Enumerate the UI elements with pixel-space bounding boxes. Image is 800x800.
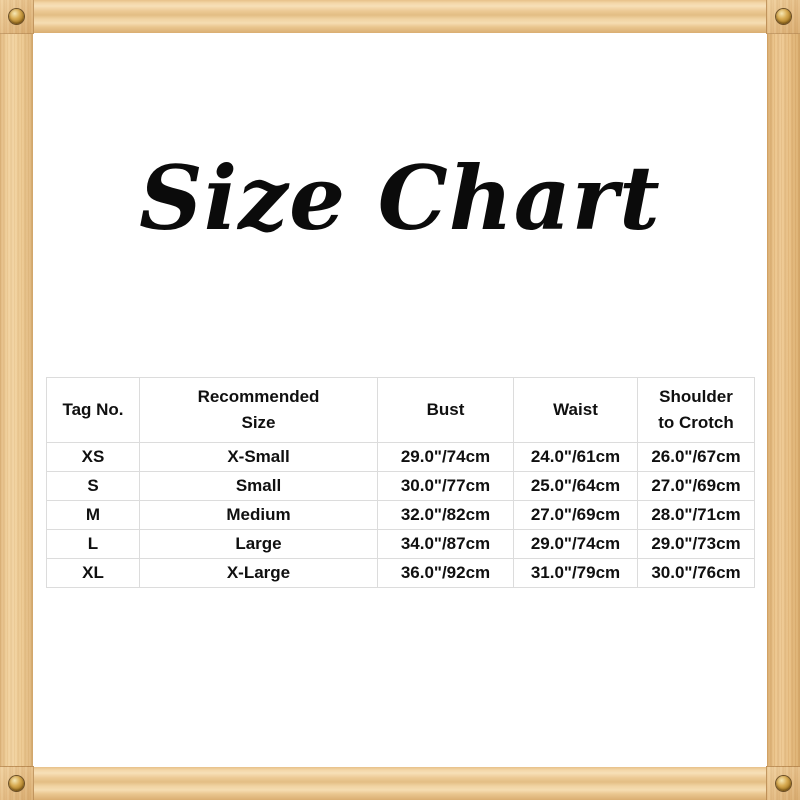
screw-icon-bottom-left (9, 776, 24, 791)
cell-waist: 31.0"/79cm (513, 558, 638, 588)
table-row: XL X-Large 36.0"/92cm 31.0"/79cm 30.0"/7… (46, 558, 755, 588)
column-header-waist-line1: Waist (553, 400, 598, 419)
column-header-waist: Waist (513, 377, 638, 443)
cell-shoulder: 29.0"/73cm (637, 529, 755, 559)
frame-rail-left (0, 0, 33, 800)
frame-rail-bottom (0, 767, 800, 800)
cell-rec-size: X-Small (139, 442, 378, 472)
column-header-bust: Bust (377, 377, 514, 443)
size-chart-table-wrap: Tag No. Recommended Size Bust Waist Shou… (46, 377, 755, 588)
column-header-recommended-size-line2: Size (241, 413, 276, 432)
cell-waist: 27.0"/69cm (513, 500, 638, 530)
column-header-recommended-size-line1: Recommended (197, 387, 320, 406)
cell-bust: 36.0"/92cm (377, 558, 514, 588)
cell-waist: 29.0"/74cm (513, 529, 638, 559)
cell-rec-size: Small (139, 471, 378, 501)
column-header-shoulder-to-crotch-line1: Shoulder (659, 387, 733, 406)
cell-waist: 24.0"/61cm (513, 442, 638, 472)
cell-rec-size: X-Large (139, 558, 378, 588)
table-row: M Medium 32.0"/82cm 27.0"/69cm 28.0"/71c… (46, 500, 755, 530)
table-header: Tag No. Recommended Size Bust Waist Shou… (46, 377, 755, 443)
cell-shoulder: 27.0"/69cm (637, 471, 755, 501)
page-title: Size Chart (139, 146, 661, 250)
table-row: S Small 30.0"/77cm 25.0"/64cm 27.0"/69cm (46, 471, 755, 501)
cell-bust: 29.0"/74cm (377, 442, 514, 472)
screw-icon-bottom-right (776, 776, 791, 791)
cell-shoulder: 26.0"/67cm (637, 442, 755, 472)
table-header-row: Tag No. Recommended Size Bust Waist Shou… (46, 377, 755, 443)
cell-shoulder: 30.0"/76cm (637, 558, 755, 588)
size-chart-table: Tag No. Recommended Size Bust Waist Shou… (46, 377, 755, 588)
cell-bust: 30.0"/77cm (377, 471, 514, 501)
table-body: XS X-Small 29.0"/74cm 24.0"/61cm 26.0"/6… (46, 442, 755, 588)
cell-tag: XL (46, 558, 140, 588)
cell-rec-size: Medium (139, 500, 378, 530)
cell-bust: 34.0"/87cm (377, 529, 514, 559)
column-header-bust-line1: Bust (426, 400, 465, 419)
column-header-tag-no: Tag No. (46, 377, 140, 443)
cell-tag: M (46, 500, 140, 530)
cell-rec-size: Large (139, 529, 378, 559)
cell-shoulder: 28.0"/71cm (637, 500, 755, 530)
cell-waist: 25.0"/64cm (513, 471, 638, 501)
screw-icon-top-left (9, 9, 24, 24)
cell-tag: S (46, 471, 140, 501)
frame-rail-right (767, 0, 800, 800)
column-header-recommended-size: Recommended Size (139, 377, 378, 443)
column-header-shoulder-to-crotch: Shoulder to Crotch (637, 377, 755, 443)
cell-tag: XS (46, 442, 140, 472)
cell-tag: L (46, 529, 140, 559)
frame-rail-top (0, 0, 800, 33)
table-row: XS X-Small 29.0"/74cm 24.0"/61cm 26.0"/6… (46, 442, 755, 472)
table-row: L Large 34.0"/87cm 29.0"/74cm 29.0"/73cm (46, 529, 755, 559)
cell-bust: 32.0"/82cm (377, 500, 514, 530)
size-chart-page: Size Chart Tag No. Recommended Size Bust… (0, 0, 800, 800)
screw-icon-top-right (776, 9, 791, 24)
column-header-tag-no-line1: Tag No. (62, 400, 124, 419)
column-header-shoulder-to-crotch-line2: to Crotch (658, 413, 734, 432)
